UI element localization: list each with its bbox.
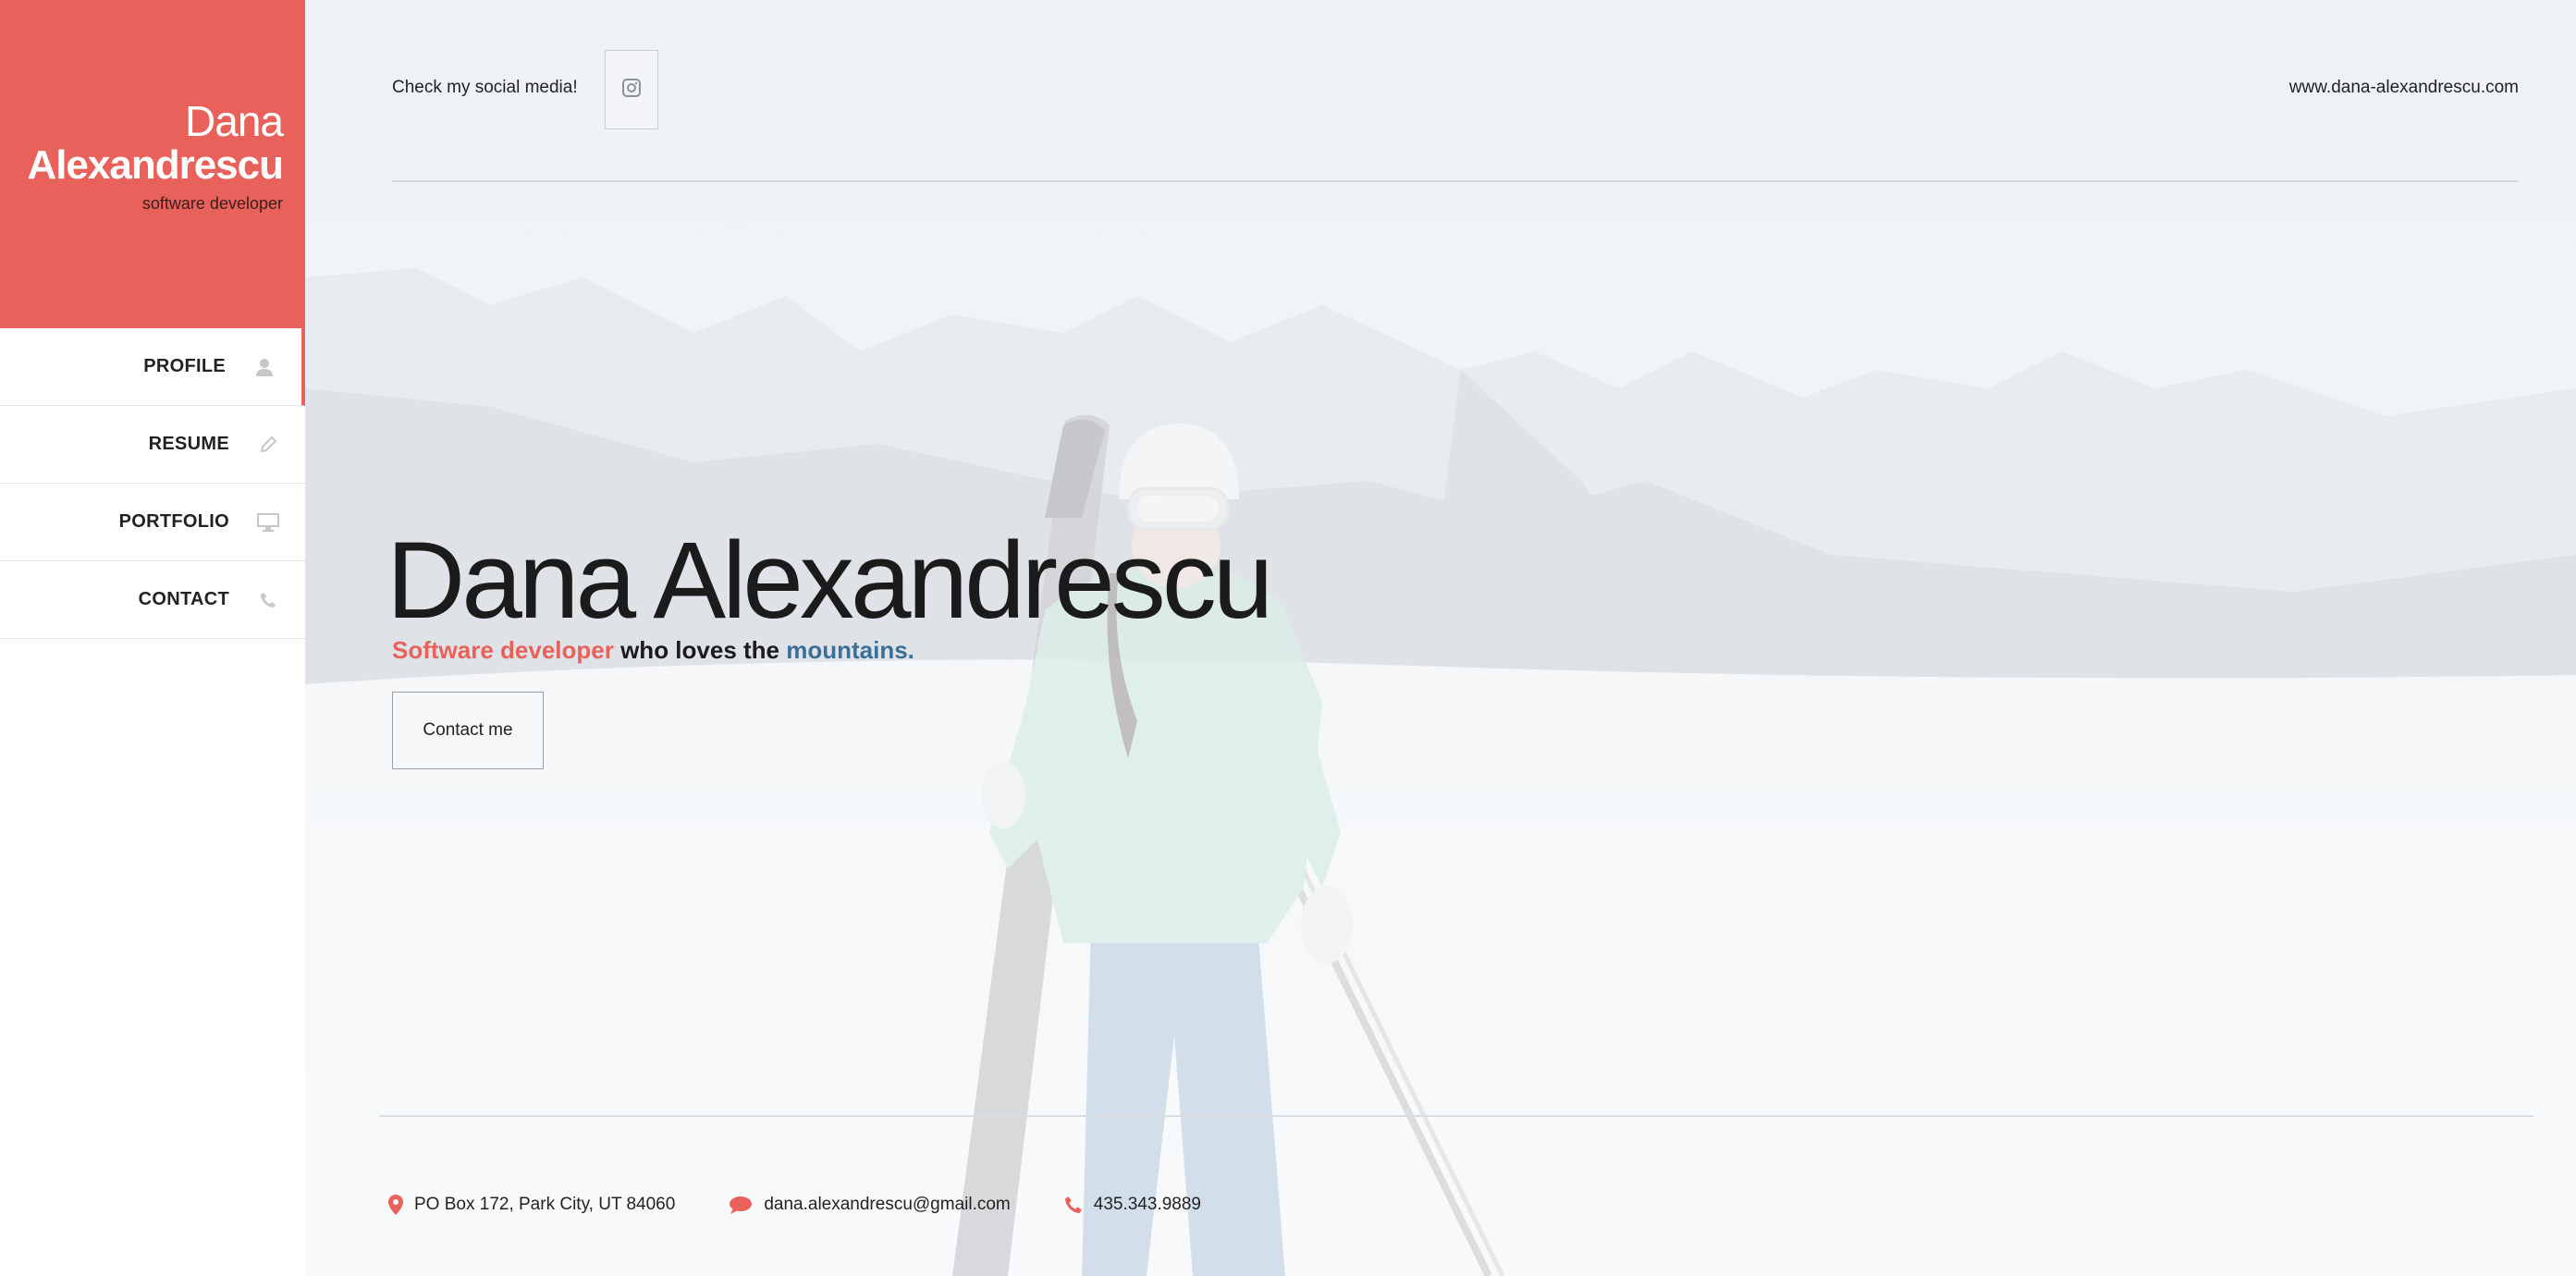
sidebar-item-label: RESUME [148, 434, 229, 454]
sidebar-item-resume[interactable]: RESUME [0, 406, 305, 484]
email-text[interactable]: dana.alexandrescu@gmail.com [764, 1195, 1010, 1215]
footer-email[interactable]: dana.alexandrescu@gmail.com [729, 1195, 1011, 1215]
hero-title: Dana Alexandrescu [386, 520, 1273, 642]
instagram-button[interactable] [605, 50, 658, 129]
address-text: PO Box 172, Park City, UT 84060 [414, 1195, 676, 1214]
top-divider [392, 180, 2519, 182]
footer-address: PO Box 172, Park City, UT 84060 [388, 1195, 675, 1215]
sidebar-item-portfolio[interactable]: PORTFOLIO [0, 484, 305, 561]
hero-subtitle: Software developer who loves the mountai… [392, 636, 914, 665]
instagram-icon [622, 78, 641, 102]
phone-icon [257, 589, 279, 611]
monitor-icon [257, 511, 279, 534]
brand-block: Dana Alexandrescu software developer [0, 0, 305, 328]
bottom-divider [379, 1115, 2533, 1117]
social-media-text: Check my social media! [392, 78, 578, 97]
brand-last-name: Alexandrescu [27, 142, 284, 188]
chat-bubble-icon [730, 1196, 753, 1214]
map-pin-icon [388, 1195, 403, 1215]
contact-footer: PO Box 172, Park City, UT 84060 dana.ale… [388, 1195, 1255, 1215]
sidebar-item-label: PORTFOLIO [118, 511, 229, 532]
pencil-icon [257, 434, 279, 456]
hero-subtitle-mountains: mountains. [786, 636, 914, 664]
contact-me-button[interactable]: Contact me [392, 692, 544, 769]
phone-text[interactable]: 435.343.9889 [1094, 1195, 1201, 1215]
sidebar-item-profile[interactable]: PROFILE [0, 328, 305, 406]
user-icon [253, 356, 276, 378]
sidebar-item-label: CONTACT [138, 589, 229, 609]
hero-subtitle-middle: who loves the [613, 636, 787, 664]
sidebar-item-contact[interactable]: CONTACT [0, 561, 305, 639]
hero-subtitle-role: Software developer [392, 636, 614, 664]
website-link[interactable]: www.dana-alexandrescu.com [2289, 78, 2519, 98]
brand-role: software developer [141, 194, 283, 213]
hero-section: Check my social media! www.dana-alexandr… [305, 0, 2576, 1276]
top-bar: Check my social media! www.dana-alexandr… [392, 50, 2519, 129]
phone-icon [1064, 1196, 1082, 1213]
footer-phone[interactable]: 435.343.9889 [1064, 1195, 1201, 1215]
sidebar: Dana Alexandrescu software developer PRO… [0, 0, 305, 1276]
brand-first-name: Dana [185, 97, 284, 145]
sidebar-nav: PROFILE RESUME PORTFOLIO CONTACT [0, 328, 305, 639]
sidebar-item-label: PROFILE [143, 356, 226, 376]
